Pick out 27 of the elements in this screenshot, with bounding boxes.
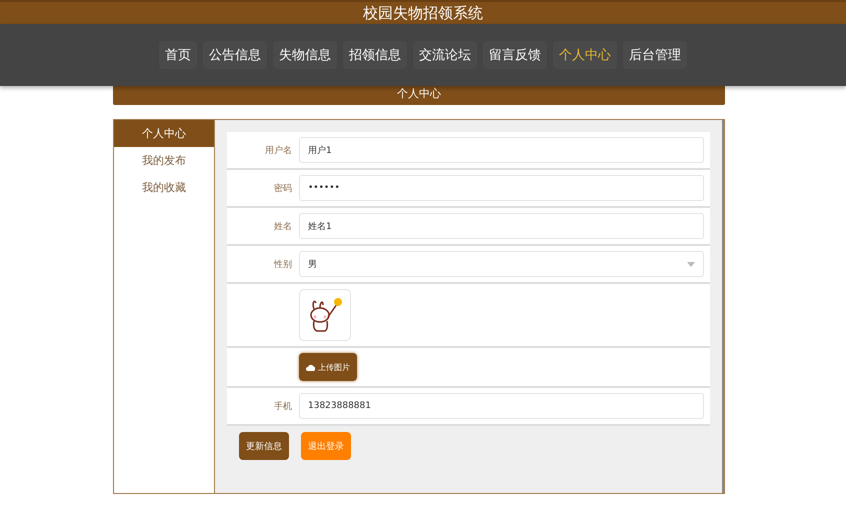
sidebar-item[interactable]: 我的发布 [114, 147, 214, 174]
sidebar-item[interactable]: 个人中心 [114, 120, 214, 147]
nav-link[interactable]: 交流论坛 [413, 41, 477, 69]
field-label: 姓名 [273, 220, 293, 232]
select-field[interactable]: 男 [299, 251, 704, 277]
nav-link[interactable]: 公告信息 [203, 41, 267, 69]
caret-icon [687, 262, 695, 266]
site-title: 校园失物招领系统 [363, 4, 483, 22]
nav-link[interactable]: 留言反馈 [483, 41, 547, 69]
input-field[interactable]: 13823888881 [299, 393, 704, 419]
sidebar-item[interactable]: 我的收藏 [114, 174, 214, 201]
update-button[interactable]: 更新信息 [239, 432, 289, 460]
field-label: 用户名 [264, 144, 293, 156]
nav-link[interactable]: 失物信息 [273, 41, 337, 69]
nav-link[interactable]: 个人中心 [553, 41, 617, 69]
input-field[interactable]: 姓名1 [299, 213, 704, 239]
nav-link[interactable]: 首页 [159, 41, 197, 69]
nav-link[interactable]: 招领信息 [343, 41, 407, 69]
field-label: 密码 [273, 182, 293, 194]
input-field[interactable]: •••••• [299, 175, 704, 201]
upload-button[interactable]: 上传图片 [299, 353, 357, 381]
input-field[interactable]: 用户1 [299, 137, 704, 163]
nav-link[interactable]: 后台管理 [623, 41, 687, 69]
field-label: 手机 [273, 400, 293, 412]
cloud-upload-icon [306, 364, 315, 370]
page-title: 个人中心 [397, 88, 441, 99]
field-label: 性别 [272, 258, 293, 270]
